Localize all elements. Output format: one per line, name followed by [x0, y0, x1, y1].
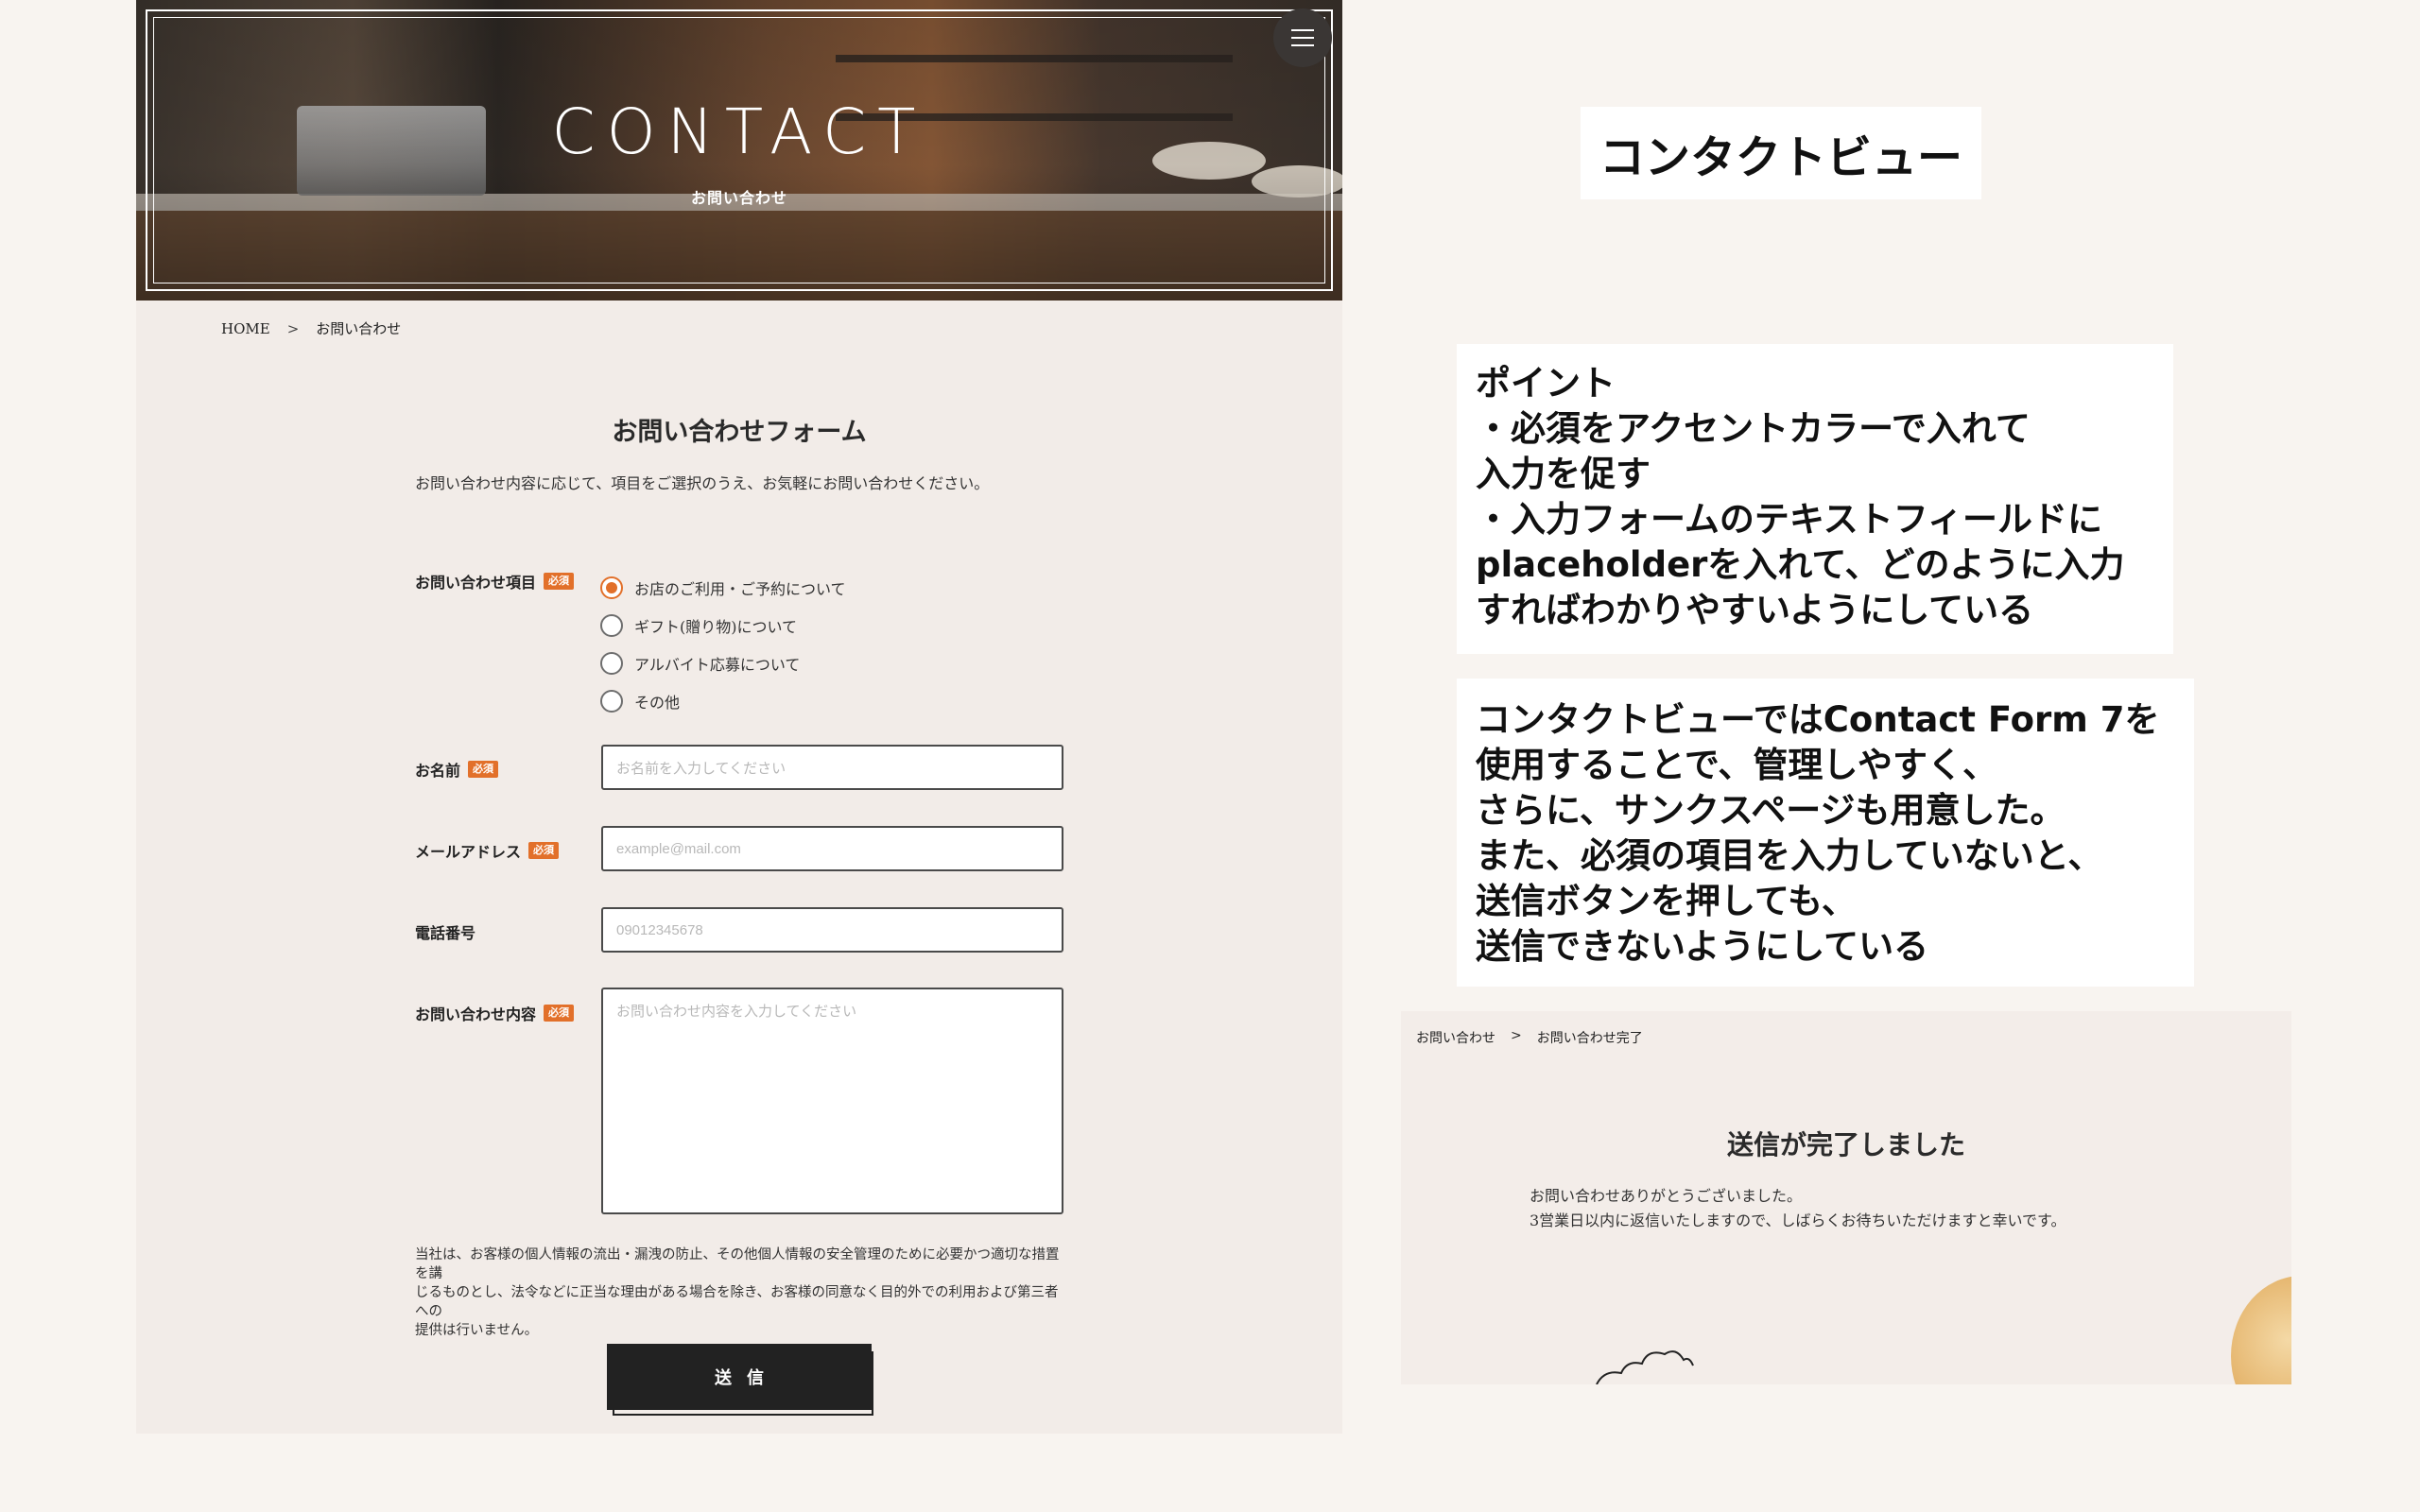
radio-option-gift[interactable]: ギフト(贈り物)について	[600, 607, 846, 644]
privacy-line: 当社は、お客様の個人情報の流出・漏洩の防止、その他個人情報の安全管理のために必要…	[415, 1247, 1060, 1281]
required-badge: 必須	[544, 1005, 575, 1022]
email-input[interactable]: example@mail.com	[601, 826, 1063, 871]
hero-subtitle: お問い合わせ	[690, 189, 787, 207]
thanks-breadcrumb: お問い合わせ > お問い合わせ完了	[1416, 1028, 1643, 1047]
radio-checked-icon[interactable]	[600, 576, 623, 599]
hero-banner: CONTACT お問い合わせ	[136, 0, 1342, 301]
hamburger-menu-icon	[1291, 44, 1314, 46]
bread-image	[2231, 1276, 2291, 1384]
submit-button-wrapper: 送信	[607, 1344, 873, 1416]
annotation-points: ポイント ・必須をアクセントカラーで入れて 入力を促す ・入力フォームのテキスト…	[1457, 344, 2173, 654]
annotation-point-line: ・必須をアクセントカラーで入れて	[1476, 408, 2031, 449]
annotation-description-line: 送信できないようにしている	[1476, 926, 1929, 967]
hamburger-menu-icon	[1291, 29, 1314, 31]
thanks-heading: 送信が完了しました	[1726, 1129, 1965, 1160]
radio-option-other[interactable]: その他	[600, 682, 846, 720]
radio-option-label: その他	[634, 694, 681, 712]
form-title: お問い合わせフォーム	[612, 418, 867, 447]
annotation-point-line: ・入力フォームのテキストフィールドに	[1476, 499, 2103, 540]
message-label-text: お問い合わせ内容	[415, 1005, 537, 1023]
contact-page-screenshot: CONTACT お問い合わせ HOME > お問い合わせ お問い合わせフォーム …	[136, 0, 1342, 1434]
breadcrumb-home-link[interactable]: HOME	[221, 320, 270, 337]
message-textarea[interactable]: お問い合わせ内容を入力してください	[601, 988, 1063, 1214]
required-badge: 必須	[544, 573, 575, 590]
phone-input[interactable]: 09012345678	[601, 907, 1063, 953]
name-input[interactable]: お名前を入力してください	[601, 745, 1063, 790]
thanks-breadcrumb-current: お問い合わせ完了	[1536, 1031, 1643, 1046]
thanks-message-line: お問い合わせありがとうございました。	[1530, 1187, 1803, 1205]
privacy-line: じるものとし、法令などに正当な理由がある場合を除き、お客様の同意なく目的外での利…	[415, 1285, 1059, 1319]
hero-title: CONTACT	[551, 95, 927, 168]
hamburger-menu-button[interactable]	[1273, 9, 1332, 67]
annotation-description-line: また、必須の項目を入力していないと、	[1476, 835, 2103, 876]
form-lead-text: お問い合わせ内容に応じて、項目をご選択のうえ、お気軽にお問い合わせください。	[415, 474, 990, 492]
breadcrumb: HOME > お問い合わせ	[221, 318, 401, 338]
phone-label-text: 電話番号	[415, 924, 476, 942]
radio-option-part-time[interactable]: アルバイト応募について	[600, 644, 846, 682]
email-label: メールアドレス 必須	[415, 839, 560, 862]
inquiry-type-label: お問い合わせ項目 必須	[415, 570, 575, 593]
annotation-description-line: 使用することで、管理しやすく、	[1476, 745, 1998, 785]
message-label: お問い合わせ内容 必須	[415, 1002, 575, 1024]
annotation-point-line: すればわかりやすいようにしている	[1476, 590, 2034, 630]
inquiry-type-label-text: お問い合わせ項目	[415, 574, 537, 592]
annotation-title: コンタクトビュー	[1581, 107, 1981, 199]
thanks-breadcrumb-parent-link[interactable]: お問い合わせ	[1416, 1028, 1495, 1047]
privacy-line: 提供は行いません。	[415, 1323, 539, 1338]
hamburger-menu-icon	[1291, 37, 1314, 39]
radio-unchecked-icon[interactable]	[600, 614, 623, 637]
thanks-message-line: 3営業日以内に返信いたしますので、しばらくお待ちいただけますと幸いです。	[1530, 1211, 2066, 1229]
required-badge: 必須	[528, 842, 560, 859]
annotation-description: コンタクトビューではContact Form 7を 使用することで、管理しやすく…	[1457, 679, 2194, 987]
breadcrumb-current: お問い合わせ	[316, 320, 402, 337]
radio-unchecked-icon[interactable]	[600, 652, 623, 675]
name-label-text: お名前	[415, 762, 461, 780]
radio-option-label: お店のご利用・ご予約について	[634, 580, 846, 598]
radio-option-label: ギフト(贈り物)について	[634, 618, 798, 636]
radio-unchecked-icon[interactable]	[600, 690, 623, 713]
annotation-description-line: 送信ボタンを押しても、	[1476, 881, 1857, 921]
thanks-page-screenshot: お問い合わせ > お問い合わせ完了 送信が完了しました お問い合わせありがとうご…	[1401, 1011, 2291, 1384]
phone-label: 電話番号	[415, 920, 475, 943]
breadcrumb-separator: >	[286, 319, 300, 337]
annotation-point-line: placeholderを入れて、どのように入力	[1476, 544, 2125, 585]
inquiry-type-radio-group: お店のご利用・ご予約について ギフト(贈り物)について アルバイト応募について …	[600, 569, 846, 720]
thanks-breadcrumb-separator: >	[1511, 1028, 1522, 1043]
name-label: お名前 必須	[415, 758, 499, 781]
radio-option-label: アルバイト応募について	[634, 656, 801, 674]
cloud-doodle-icon	[1596, 1350, 1694, 1384]
radio-option-reservation[interactable]: お店のご利用・ご予約について	[600, 569, 846, 607]
annotation-description-line: コンタクトビューではContact Form 7を	[1476, 699, 2160, 740]
annotation-description-line: さらに、サンクスページも用意した。	[1476, 790, 2066, 831]
privacy-notice: 当社は、お客様の個人情報の流出・漏洩の防止、その他個人情報の安全管理のために必要…	[415, 1246, 1067, 1340]
email-label-text: メールアドレス	[415, 843, 522, 861]
annotation-point-line: ポイント	[1476, 363, 1616, 404]
annotation-point-line: 入力を促す	[1476, 454, 1651, 494]
submit-button[interactable]: 送信	[607, 1344, 872, 1410]
required-badge: 必須	[468, 761, 499, 778]
